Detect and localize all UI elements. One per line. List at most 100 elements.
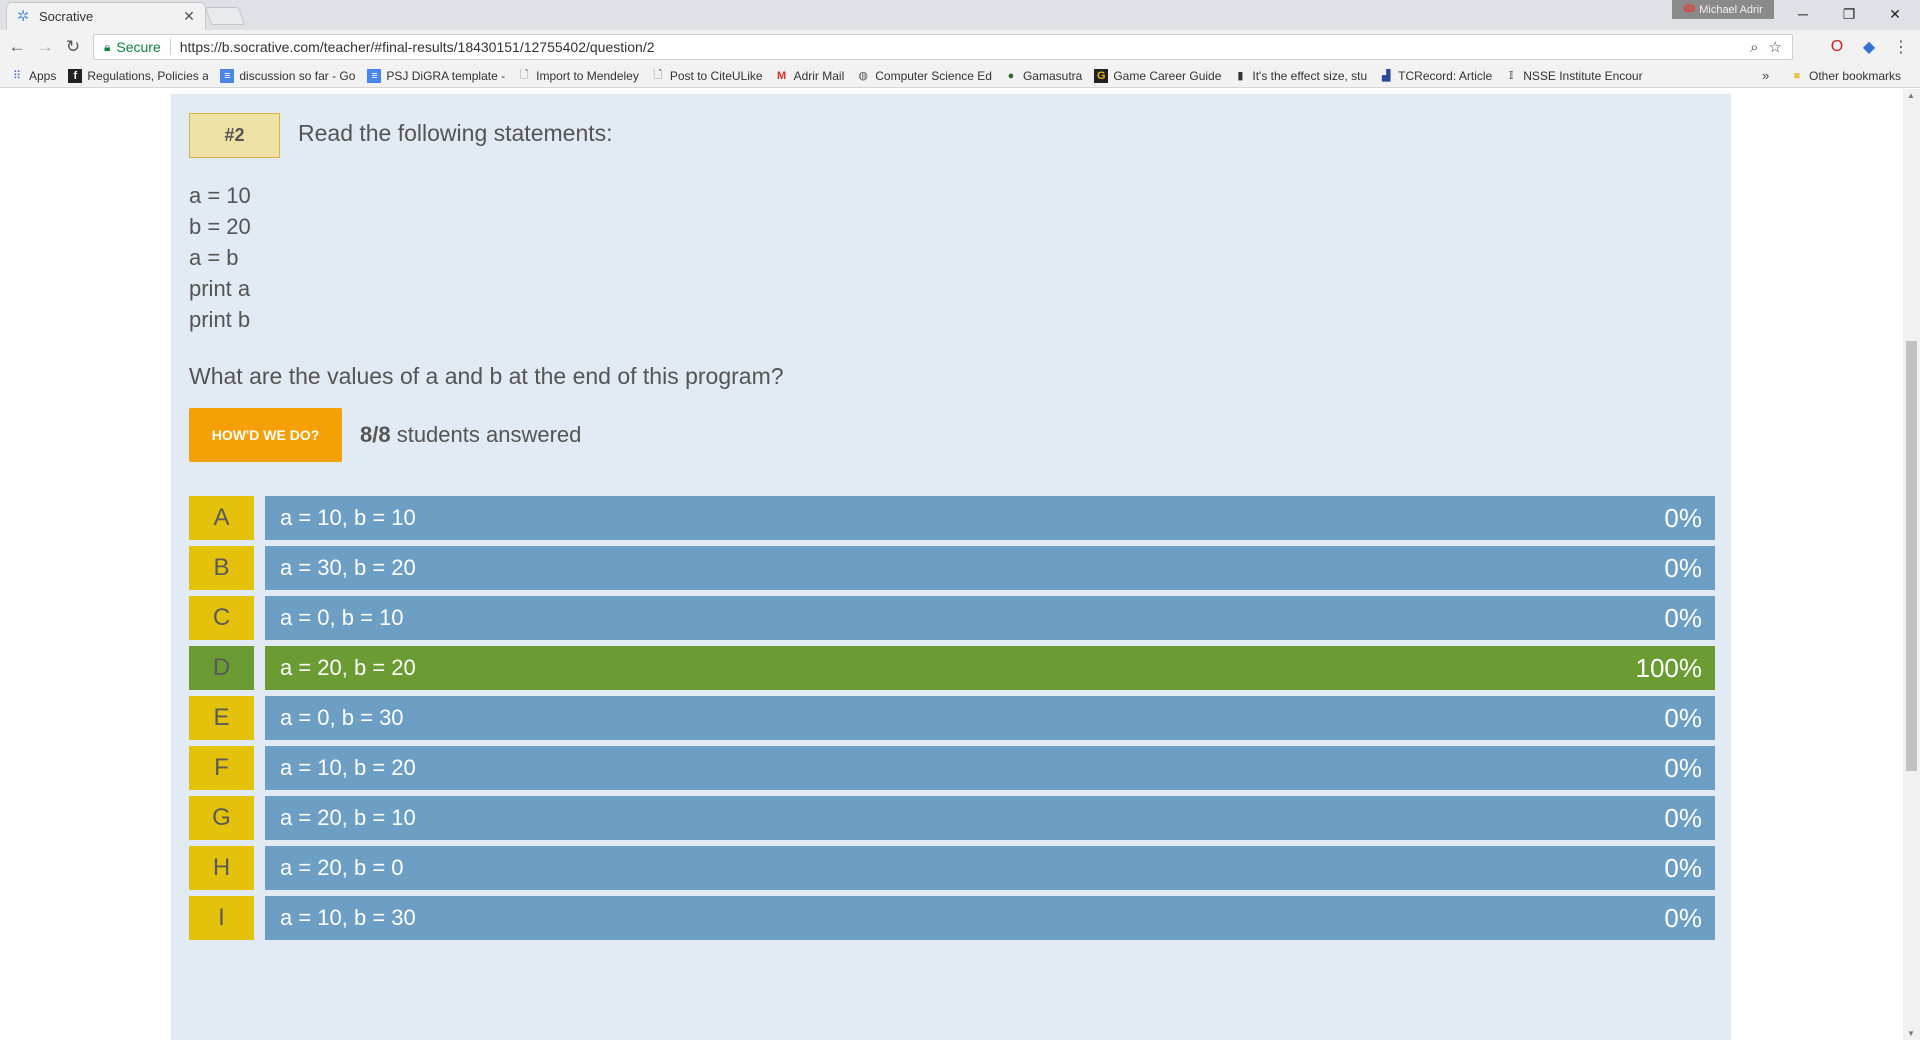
tab-title: Socrative [39, 9, 94, 24]
restore-button[interactable]: ❐ [1826, 0, 1872, 28]
question-prompt: Read the following statements: [298, 120, 613, 146]
answer-result-bar: a = 20, b = 0 0% [265, 846, 1715, 890]
bookmark-label: Adrir Mail [793, 68, 845, 83]
bookmark-adrir-mail[interactable]: M Adrir Mail [775, 68, 845, 83]
answer-letter: B [189, 546, 254, 590]
answer-result-bar: a = 10, b = 10 0% [265, 496, 1715, 540]
bookmark-label: Import to Mendeley [536, 68, 639, 83]
minimize-button[interactable]: ─ [1780, 0, 1826, 28]
bookmark-psj-digra[interactable]: ≡ PSJ DiGRA template - [367, 68, 506, 83]
other-bookmarks[interactable]: ■ Other bookmarks [1790, 64, 1901, 88]
bookmark-regulations[interactable]: f Regulations, Policies a [68, 68, 209, 83]
bookmark-label: NSSE Institute Encour [1523, 68, 1643, 83]
doc-icon: ≡ [220, 68, 235, 83]
bookmark-label: Game Career Guide [1113, 68, 1222, 83]
nsse-icon: 𝕀 [1509, 70, 1514, 82]
answer-text: a = 20, b = 0 [280, 855, 404, 880]
answer-percent: 0% [1664, 553, 1702, 583]
answer-text: a = 10, b = 30 [280, 905, 416, 930]
answer-letter: I [189, 896, 254, 940]
lock-icon: 🔒︎ [104, 39, 111, 54]
bookmark-cs-ed[interactable]: ◍ Computer Science Ed [856, 69, 992, 83]
answer-letter: E [189, 696, 254, 740]
answer-result-bar: a = 10, b = 30 0% [265, 896, 1715, 940]
bookmark-effect-size[interactable]: ▮ It's the effect size, stu [1233, 69, 1367, 83]
answer-percent: 100% [1635, 653, 1703, 683]
zoom-icon[interactable]: ⌕ [1750, 39, 1758, 56]
answer-percent-fill [265, 646, 1715, 690]
scrollbar-thumb[interactable] [1906, 341, 1917, 771]
bookmark-label: discussion so far - Go [239, 68, 356, 83]
apps-grid-icon: ⠿ [12, 70, 22, 82]
folder-icon: ■ [1793, 70, 1801, 82]
answer-row-a: Aa = 10, b = 10 0% [189, 496, 1715, 540]
answer-row-b: Ba = 30, b = 20 0% [189, 546, 1715, 590]
answer-letter: H [189, 846, 254, 890]
answer-row-h: Ha = 20, b = 0 0% [189, 846, 1715, 890]
close-window-button[interactable]: ✕ [1872, 0, 1918, 28]
back-arrow-icon[interactable]: ← [6, 36, 28, 58]
howd-we-do-button[interactable]: HOW'D WE DO? [189, 408, 342, 462]
bookmark-tcrecord[interactable]: ▟ TCRecord: Article [1379, 69, 1492, 83]
opera-extension-icon[interactable]: O [1828, 38, 1846, 56]
doc-icon: ≡ [367, 68, 382, 83]
bookmark-label: Regulations, Policies a [87, 68, 209, 83]
bookmark-nsse[interactable]: 𝕀 NSSE Institute Encour [1504, 68, 1643, 83]
answer-letter: G [189, 796, 254, 840]
bookmark-game-career-guide[interactable]: G Game Career Guide [1094, 68, 1222, 83]
question-text: What are the values of a and b at the en… [189, 363, 784, 389]
bookmark-discussion[interactable]: ≡ discussion so far - Go [220, 68, 356, 83]
profile-name: Michael Adrir [1699, 3, 1763, 16]
bookmark-label: TCRecord: Article [1398, 68, 1493, 83]
gmail-icon: M [776, 69, 787, 82]
bookmark-gamasutra[interactable]: ● Gamasutra [1004, 68, 1083, 83]
reload-icon[interactable]: ↻ [62, 36, 84, 58]
bookmark-label: Apps [29, 68, 57, 83]
secure-label: Secure [116, 39, 161, 55]
socrative-favicon-icon: ✲ [16, 7, 30, 25]
bookmark-label: It's the effect size, stu [1252, 68, 1368, 83]
tab-close-icon[interactable]: ✕ [181, 8, 197, 25]
scroll-down-icon[interactable]: ▼ [1907, 1029, 1915, 1038]
bottle-icon: ▮ [1237, 70, 1244, 82]
profile-button[interactable]: ↈ Michael Adrir [1672, 0, 1774, 19]
answer-percent: 0% [1664, 603, 1702, 633]
page-scrollbar[interactable]: ▲ ▼ [1903, 89, 1920, 1040]
bookmark-label: PSJ DiGRA template - [386, 68, 506, 83]
scroll-up-icon[interactable]: ▲ [1907, 91, 1915, 100]
bookmark-mendeley[interactable]: 🗋 Import to Mendeley [517, 69, 639, 83]
profile-icon: ↈ [1683, 3, 1696, 15]
menu-kebab-icon[interactable]: ⋮ [1892, 38, 1910, 56]
bookmark-apps[interactable]: ⠿ Apps [10, 69, 56, 83]
answer-percent: 0% [1664, 853, 1702, 883]
answer-row-c: Ca = 0, b = 10 0% [189, 596, 1715, 640]
answer-text: a = 20, b = 20 [280, 655, 416, 680]
answer-letter: A [189, 496, 254, 540]
bookmark-label: Gamasutra [1022, 68, 1083, 83]
bookmark-label: Post to CiteULike [669, 68, 763, 83]
gamasutra-icon: ● [1007, 69, 1015, 82]
page-icon: 🗋 [653, 69, 663, 81]
bookmarks-overflow-button[interactable]: » [1762, 68, 1769, 83]
address-bar[interactable]: 🔒︎ Secure https://b.socrative.com/teache… [93, 34, 1793, 60]
answer-letter: D [189, 646, 254, 690]
mendeley-extension-icon[interactable]: ◆ [1860, 38, 1878, 56]
code-line: print a [189, 276, 251, 301]
answer-row-d: Da = 20, b = 20 100% [189, 646, 1715, 690]
url-text[interactable]: https://b.socrative.com/teacher/#final-r… [180, 39, 1750, 55]
bookmark-citeulike[interactable]: 🗋 Post to CiteULike [651, 68, 763, 83]
question-number-badge: #2 [189, 113, 280, 158]
browser-tab[interactable]: ✲ Socrative ✕ [6, 2, 206, 30]
question-results-panel: #2 Read the following statements: a = 10… [171, 94, 1731, 1040]
answer-result-bar: a = 0, b = 10 0% [265, 596, 1715, 640]
answer-result-bar: a = 20, b = 10 0% [265, 796, 1715, 840]
answer-percent: 0% [1664, 903, 1702, 933]
other-bookmarks-label: Other bookmarks [1809, 69, 1902, 83]
new-tab-button[interactable] [204, 7, 246, 25]
code-line: a = 10 [189, 183, 251, 208]
answer-letter: F [189, 746, 254, 790]
answer-row-g: Ga = 20, b = 10 0% [189, 796, 1715, 840]
tab-strip: ✲ Socrative ✕ ↈ Michael Adrir ─ ❐ ✕ [0, 0, 1920, 30]
bookmark-star-icon[interactable]: ☆ [1769, 38, 1782, 56]
forward-arrow-icon[interactable]: → [34, 36, 56, 58]
